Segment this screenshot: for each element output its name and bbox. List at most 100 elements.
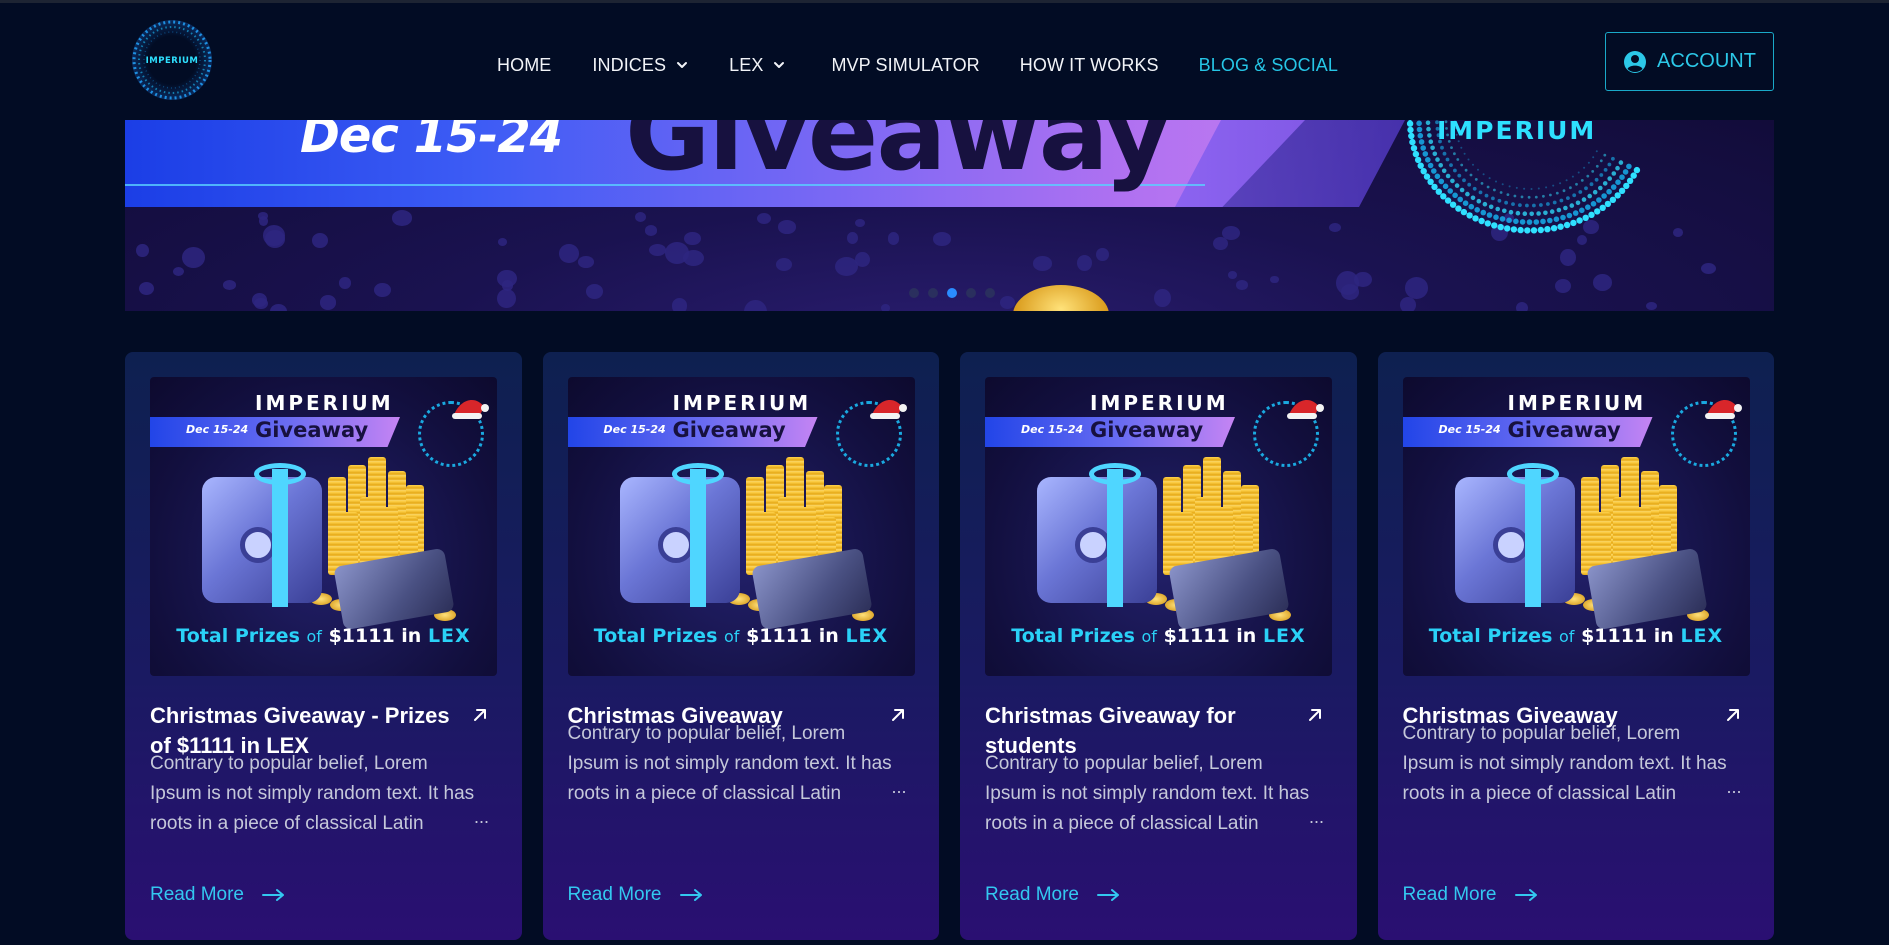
blog-card[interactable]: IMPERIUM Dec 15-24 Giveaway Total Prizes of… xyxy=(960,352,1357,940)
ring-dot xyxy=(1453,152,1456,156)
ring-dot xyxy=(1577,171,1580,174)
ring-dot xyxy=(1427,162,1434,169)
ring-dot xyxy=(1599,173,1604,177)
banner-speck xyxy=(269,304,288,311)
ring-dot xyxy=(1499,216,1506,222)
arrow-up-right-icon[interactable] xyxy=(469,704,491,726)
banner-brand: IMPERIUM xyxy=(1437,120,1597,145)
image-brand: IMPERIUM xyxy=(255,391,394,415)
ring-dot xyxy=(1486,212,1493,218)
ring-dot xyxy=(1565,179,1568,182)
ring-dot xyxy=(1607,162,1612,167)
ring-dot xyxy=(1408,120,1412,121)
ring-dot xyxy=(1569,186,1572,190)
ring-dot xyxy=(1588,211,1595,218)
hero-banner[interactable]: Dec 15-24 Giveaway IMPERIUM xyxy=(125,120,1774,311)
ring-dot xyxy=(1442,151,1447,156)
ring-dot xyxy=(1508,209,1514,215)
ring-dot xyxy=(1523,187,1526,190)
ring-dot xyxy=(1465,191,1470,197)
banner-coin xyxy=(1013,285,1109,311)
ring-dot xyxy=(1599,204,1606,211)
ring-dot xyxy=(1537,226,1544,234)
safe-dial xyxy=(240,527,276,563)
main-nav: HOME INDICES LEX MVP SIMULATOR HOW IT WORKS B… xyxy=(497,53,1338,77)
ring-dot xyxy=(1530,227,1538,234)
carousel-dot[interactable] xyxy=(909,288,919,298)
ring-dot xyxy=(1427,178,1434,185)
banner-speck xyxy=(649,243,667,256)
card-image[interactable]: IMPERIUM Dec 15-24 Giveaway Total Prizes of… xyxy=(150,377,497,676)
imperium-logo[interactable]: IMPERIUM xyxy=(130,18,214,102)
ring-dot xyxy=(1457,173,1462,178)
ring-dot xyxy=(1592,156,1595,159)
ring-dot xyxy=(1527,195,1531,199)
ring-dot xyxy=(1506,193,1510,196)
read-more-link[interactable]: Read More xyxy=(150,884,286,906)
image-brand: IMPERIUM xyxy=(1090,391,1229,415)
image-title: Giveaway xyxy=(255,418,369,442)
ring-dot xyxy=(1578,190,1583,194)
nav-item-how-it-works[interactable]: HOW IT WORKS xyxy=(1020,55,1159,76)
site-header: IMPERIUM HOME INDICES LEX MVP SIMULATOR HOW … xyxy=(0,3,1889,120)
ring-dot xyxy=(1524,227,1531,234)
ring-dot xyxy=(1587,193,1592,199)
ring-dot xyxy=(1610,184,1617,190)
ring-dot xyxy=(1416,126,1423,133)
carousel-dot[interactable] xyxy=(947,288,957,298)
ring-dot xyxy=(1427,133,1432,138)
nav-item-blog-social[interactable]: BLOG & SOCIAL xyxy=(1199,55,1338,76)
nav-item-lex[interactable]: LEX xyxy=(729,55,785,76)
ring-dot xyxy=(1420,168,1427,175)
gift-ribbon xyxy=(1107,469,1123,607)
blog-card[interactable]: IMPERIUM Dec 15-24 Giveaway Total Prizes of… xyxy=(1377,352,1774,940)
account-button[interactable]: ACCOUNT xyxy=(1605,32,1774,91)
ring-dot xyxy=(1571,175,1574,178)
banner-date: Dec 15-24 xyxy=(300,120,563,164)
ring-dot xyxy=(1572,210,1579,216)
carousel-dot[interactable] xyxy=(985,288,995,298)
blog-card[interactable]: IMPERIUM Dec 15-24 Giveaway Total Prizes of… xyxy=(125,352,522,940)
ring-dot xyxy=(1536,211,1541,216)
carousel-dot[interactable] xyxy=(928,288,938,298)
prize-label: Total Prizes xyxy=(176,625,300,647)
ring-dot xyxy=(1420,145,1426,151)
card-image[interactable]: IMPERIUM Dec 15-24 Giveaway Total Prizes of… xyxy=(567,377,915,676)
image-brand: IMPERIUM xyxy=(672,391,812,415)
ring-dot xyxy=(1590,201,1597,207)
nav-item-home[interactable]: HOME xyxy=(497,55,551,76)
ring-dot xyxy=(1445,157,1450,162)
blog-card[interactable]: IMPERIUM Dec 15-24 Giveaway Total Prizes of… xyxy=(542,352,939,940)
nav-item-mvp-simulator[interactable]: MVP SIMULATOR xyxy=(831,55,979,76)
ring-dot xyxy=(1497,223,1504,231)
nav-item-indices[interactable]: INDICES xyxy=(592,55,688,76)
prize-of: of xyxy=(724,627,740,646)
ring-dot xyxy=(1504,225,1511,232)
carousel-dot[interactable] xyxy=(966,288,976,298)
ring-dot xyxy=(1435,188,1442,195)
ring-dot xyxy=(1594,208,1601,215)
banner-speck xyxy=(756,213,772,225)
arrow-up-right-icon[interactable] xyxy=(1304,704,1326,726)
read-more-link[interactable]: Read More xyxy=(1403,884,1539,906)
ring-dot xyxy=(1425,157,1431,163)
banner-speck xyxy=(259,216,269,227)
ring-dot xyxy=(1513,218,1519,225)
ring-dot xyxy=(1591,170,1595,173)
safe-dial xyxy=(657,527,694,563)
ring-dot xyxy=(1434,173,1441,180)
card-image[interactable]: IMPERIUM Dec 15-24 Giveaway Total Prizes of… xyxy=(985,377,1332,676)
prize-amount: $1111 in xyxy=(1163,625,1257,647)
arrow-right-icon xyxy=(262,889,284,901)
card-image[interactable]: IMPERIUM Dec 15-24 Giveaway Total Prizes of… xyxy=(1402,377,1750,676)
ring-dot xyxy=(1410,145,1418,152)
banner-speck xyxy=(319,295,337,310)
read-more-link[interactable]: Read More xyxy=(985,884,1121,906)
banner-speck xyxy=(1328,222,1341,233)
nav-label: HOME xyxy=(497,54,552,75)
banner-speck xyxy=(881,304,891,311)
read-more-link[interactable]: Read More xyxy=(568,884,704,906)
ring-dot xyxy=(1450,146,1453,149)
ring-dot xyxy=(1425,120,1431,126)
banner-speck xyxy=(338,277,352,289)
